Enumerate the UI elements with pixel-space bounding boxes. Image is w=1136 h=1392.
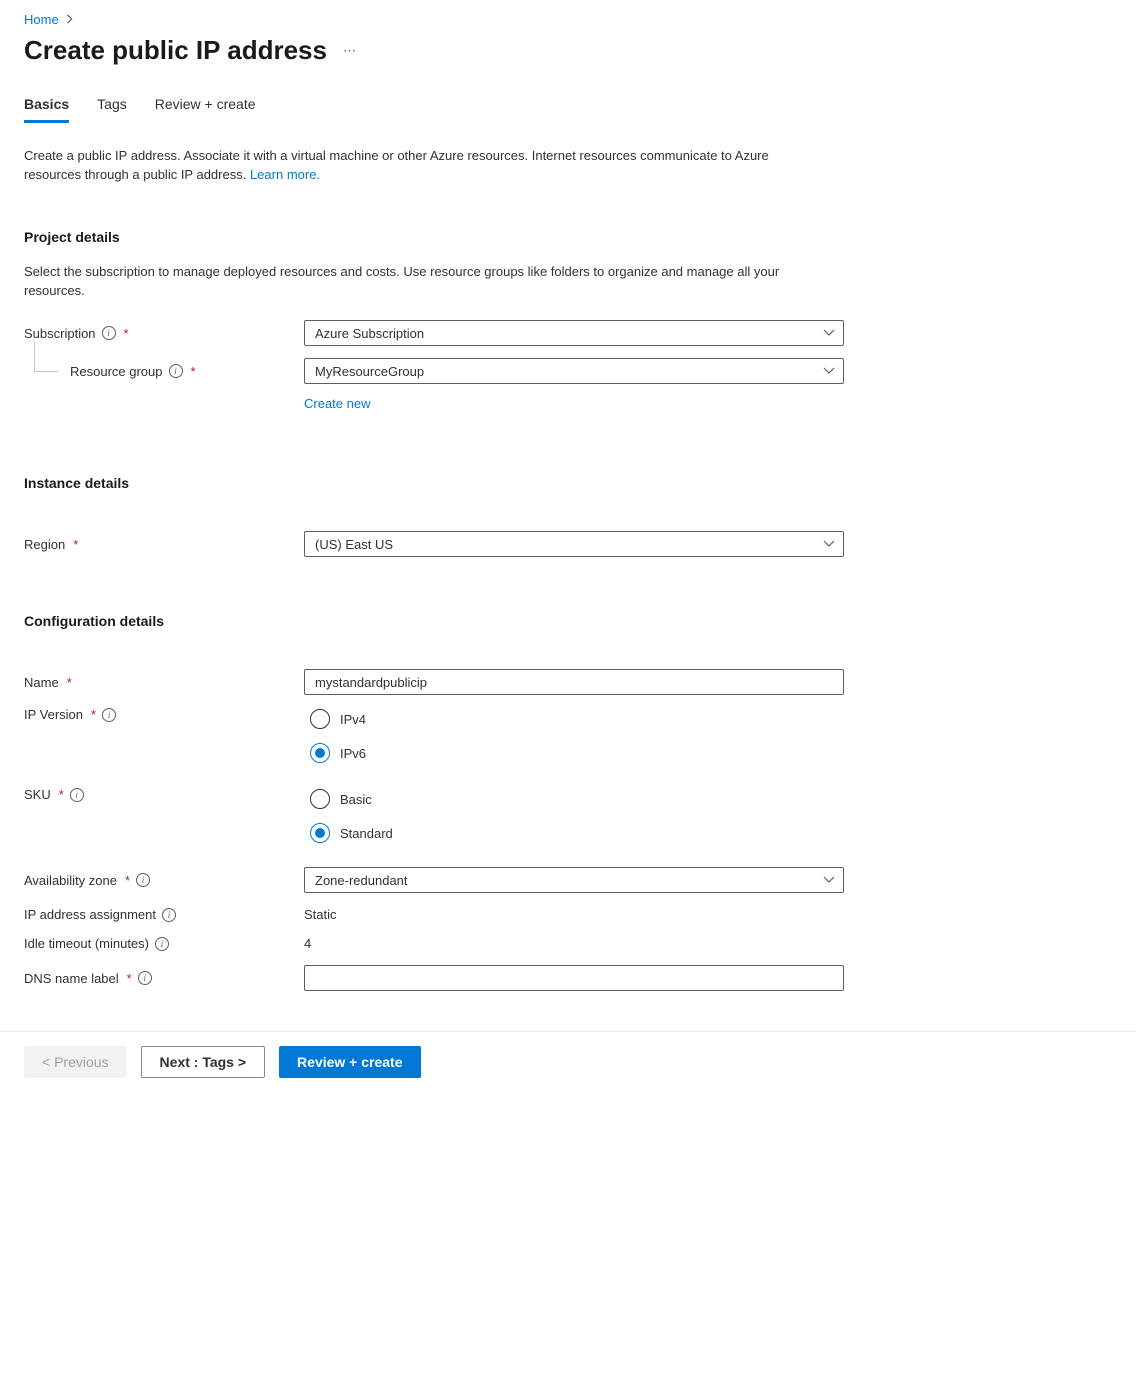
idle-timeout-label-text: Idle timeout (minutes) (24, 936, 149, 951)
resource-group-value: MyResourceGroup (315, 364, 424, 379)
subscription-label: Subscription i * (24, 326, 304, 341)
review-create-button[interactable]: Review + create (279, 1046, 420, 1078)
previous-button: < Previous (24, 1046, 127, 1078)
chevron-down-icon (823, 327, 835, 339)
learn-more-link[interactable]: Learn more. (250, 166, 320, 185)
availability-zone-label: Availability zone * i (24, 873, 304, 888)
resource-group-label-text: Resource group (70, 364, 163, 379)
page-title: Create public IP address (24, 35, 327, 66)
required-icon: * (91, 707, 96, 722)
region-value: (US) East US (315, 537, 393, 552)
availability-zone-label-text: Availability zone (24, 873, 117, 888)
required-icon: * (125, 873, 130, 888)
radio-standard-label: Standard (340, 826, 393, 841)
subscription-select[interactable]: Azure Subscription (304, 320, 844, 346)
ip-version-radio-group: IPv4 IPv6 (304, 707, 844, 763)
ip-assignment-value: Static (304, 905, 337, 922)
radio-ipv6[interactable]: IPv6 (310, 743, 844, 763)
subscription-label-text: Subscription (24, 326, 96, 341)
dns-label: DNS name label * i (24, 971, 304, 986)
intro-body: Create a public IP address. Associate it… (24, 148, 769, 182)
required-icon: * (67, 675, 72, 690)
idle-timeout-label: Idle timeout (minutes) i (24, 936, 304, 951)
radio-icon (310, 743, 330, 763)
idle-timeout-value: 4 (304, 934, 311, 951)
radio-ipv4[interactable]: IPv4 (310, 709, 844, 729)
next-button[interactable]: Next : Tags > (141, 1046, 266, 1078)
breadcrumb-home[interactable]: Home (24, 12, 59, 27)
resource-group-label: Resource group i * (24, 364, 304, 379)
subscription-value: Azure Subscription (315, 326, 424, 341)
required-icon: * (191, 364, 196, 379)
sku-label-text: SKU (24, 787, 51, 802)
section-project-desc: Select the subscription to manage deploy… (24, 263, 814, 301)
required-icon: * (124, 326, 129, 341)
ip-assignment-label-text: IP address assignment (24, 907, 156, 922)
radio-icon (310, 709, 330, 729)
tree-connector-icon (34, 342, 58, 372)
chevron-down-icon (823, 538, 835, 550)
info-icon[interactable]: i (155, 937, 169, 951)
footer: < Previous Next : Tags > Review + create (0, 1031, 1136, 1092)
section-instance-title: Instance details (24, 475, 844, 491)
section-project-title: Project details (24, 229, 844, 245)
info-icon[interactable]: i (136, 873, 150, 887)
availability-zone-value: Zone-redundant (315, 873, 408, 888)
dns-label-text: DNS name label (24, 971, 119, 986)
info-icon[interactable]: i (70, 788, 84, 802)
ip-assignment-label: IP address assignment i (24, 907, 304, 922)
info-icon[interactable]: i (102, 708, 116, 722)
tab-basics[interactable]: Basics (24, 96, 69, 123)
radio-ipv6-label: IPv6 (340, 746, 366, 761)
radio-basic-label: Basic (340, 792, 372, 807)
ip-version-label: IP Version * i (24, 707, 304, 722)
info-icon[interactable]: i (169, 364, 183, 378)
region-label-text: Region (24, 537, 65, 552)
breadcrumb: Home (24, 12, 1112, 27)
radio-icon (310, 789, 330, 809)
info-icon[interactable]: i (102, 326, 116, 340)
region-label: Region * (24, 537, 304, 552)
chevron-down-icon (823, 365, 835, 377)
radio-ipv4-label: IPv4 (340, 712, 366, 727)
resource-group-select[interactable]: MyResourceGroup (304, 358, 844, 384)
radio-icon (310, 823, 330, 843)
tab-tags[interactable]: Tags (97, 96, 127, 123)
sku-radio-group: Basic Standard (304, 787, 844, 843)
tab-review[interactable]: Review + create (155, 96, 256, 123)
dns-input[interactable] (304, 965, 844, 991)
radio-standard[interactable]: Standard (310, 823, 844, 843)
name-label-text: Name (24, 675, 59, 690)
info-icon[interactable]: i (162, 908, 176, 922)
intro-text: Create a public IP address. Associate it… (24, 147, 804, 185)
tabs: Basics Tags Review + create (24, 96, 1112, 123)
radio-basic[interactable]: Basic (310, 789, 844, 809)
name-input[interactable] (304, 669, 844, 695)
info-icon[interactable]: i (138, 971, 152, 985)
chevron-down-icon (823, 874, 835, 886)
name-label: Name * (24, 675, 304, 690)
availability-zone-select[interactable]: Zone-redundant (304, 867, 844, 893)
ip-version-label-text: IP Version (24, 707, 83, 722)
required-icon: * (73, 537, 78, 552)
sku-label: SKU * i (24, 787, 304, 802)
required-icon: * (127, 971, 132, 986)
required-icon: * (59, 787, 64, 802)
create-new-link[interactable]: Create new (304, 396, 370, 411)
more-actions-icon[interactable]: ⋯ (343, 43, 358, 59)
region-select[interactable]: (US) East US (304, 531, 844, 557)
chevron-right-icon (65, 12, 75, 27)
section-config-title: Configuration details (24, 613, 844, 629)
